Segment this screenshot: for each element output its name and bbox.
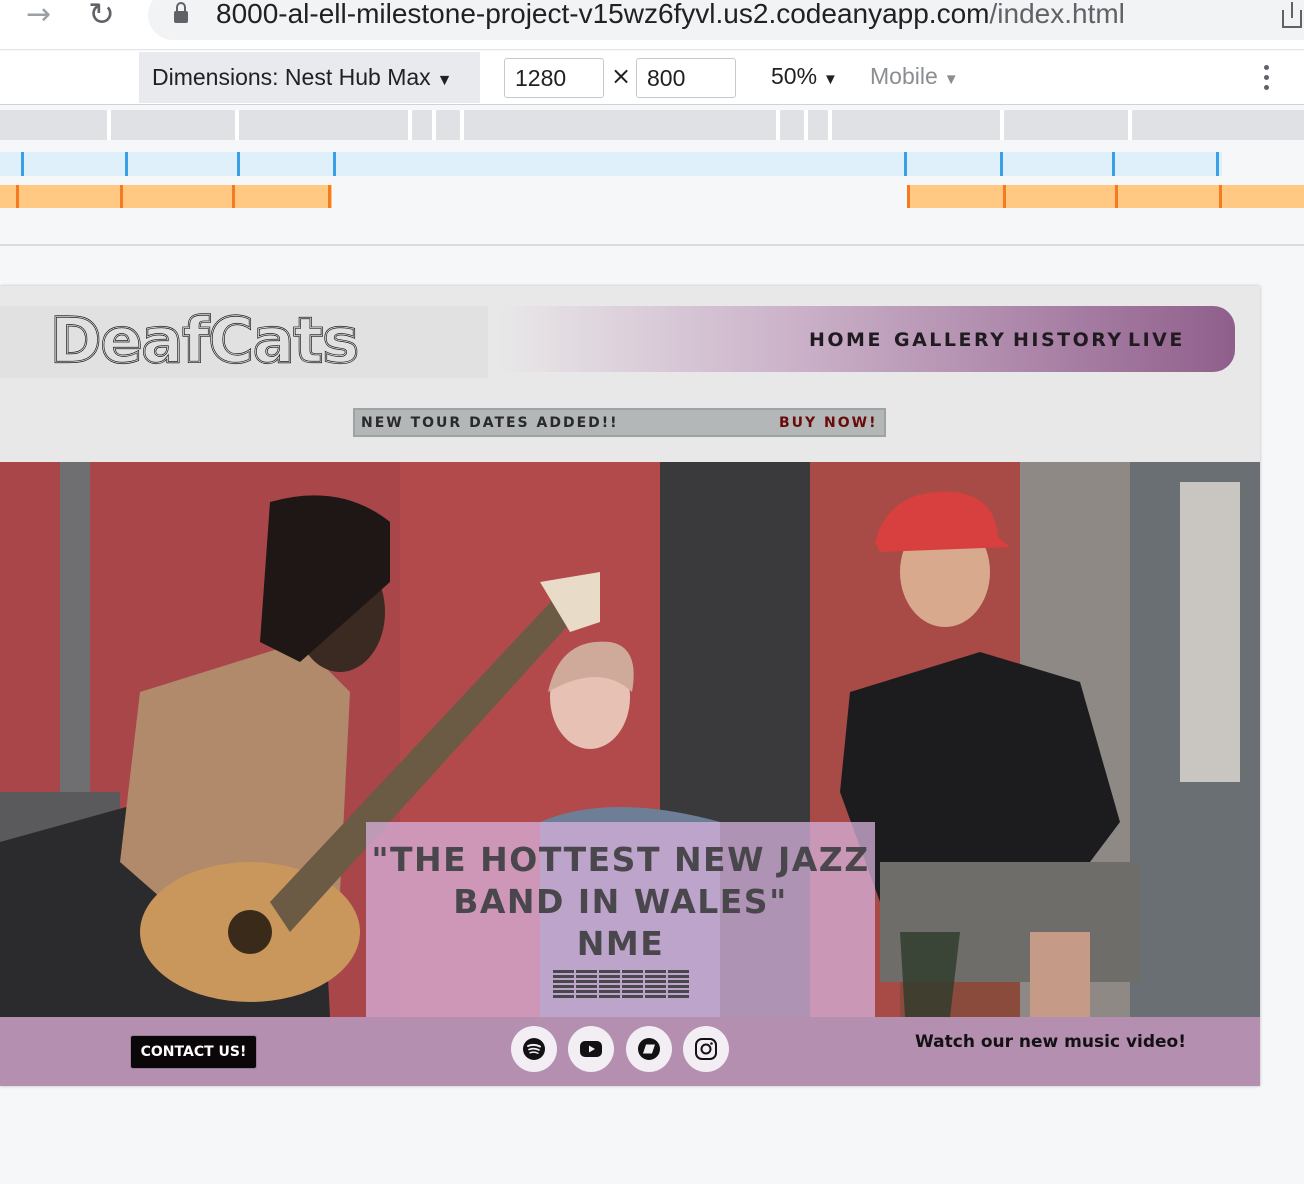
media-query-tick xyxy=(328,185,331,208)
media-query-segment[interactable] xyxy=(808,110,828,140)
star-icon xyxy=(552,970,574,998)
media-query-segment[interactable] xyxy=(1132,110,1304,140)
media-query-bar-min-width[interactable] xyxy=(0,185,332,208)
youtube-icon xyxy=(580,1041,602,1057)
star-icon xyxy=(621,970,643,998)
width-input[interactable]: 1280 xyxy=(504,58,604,98)
media-query-bar-min-width[interactable] xyxy=(907,185,1304,208)
media-query-segment[interactable] xyxy=(436,110,460,140)
media-query-tick xyxy=(1112,152,1115,176)
device-label: Dimensions: Nest Hub Max xyxy=(152,64,431,90)
media-query-tick xyxy=(120,185,123,208)
media-query-tick xyxy=(1115,185,1118,208)
media-query-tick xyxy=(904,152,907,176)
throttle-label: Mobile xyxy=(870,63,938,89)
media-query-tick xyxy=(333,152,336,176)
quote-source: NME xyxy=(576,924,665,963)
share-icon[interactable] xyxy=(1280,2,1304,28)
star-icon xyxy=(644,970,666,998)
nav-history[interactable]: HISTORY xyxy=(1013,329,1124,351)
nav-live[interactable]: LIVE xyxy=(1128,329,1185,351)
instagram-icon xyxy=(695,1038,717,1060)
media-query-tick xyxy=(237,152,240,176)
media-query-segment[interactable] xyxy=(1004,110,1128,140)
zoom-label: 50% xyxy=(771,63,818,89)
media-query-tick xyxy=(907,185,910,208)
press-quote: "THE HOTTEST NEW JAZZ BAND IN WALES" NME xyxy=(366,822,875,1017)
star-icon xyxy=(667,970,689,998)
site-logo[interactable]: DeafCats DeafCats xyxy=(48,308,438,374)
star-rating xyxy=(366,970,875,1002)
media-query-tick xyxy=(16,185,19,208)
media-query-segment[interactable] xyxy=(412,110,432,140)
star-icon xyxy=(598,970,620,998)
tour-text: NEW TOUR DATES ADDED!! xyxy=(361,415,619,431)
height-input[interactable]: 800 xyxy=(636,58,736,98)
media-query-tick xyxy=(125,152,128,176)
lock-icon[interactable] xyxy=(174,2,188,24)
media-query-bar-grey xyxy=(0,110,1304,140)
media-query-segment[interactable] xyxy=(0,110,107,140)
music-video-link[interactable]: Watch our new music video! xyxy=(915,1032,1186,1052)
url-path: /index.html xyxy=(989,0,1125,29)
device-toolbar: Dimensions: Nest Hub Max ▼ 1280 × 800 50%… xyxy=(0,51,1304,105)
tour-banner[interactable]: NEW TOUR DATES ADDED!! BUY NOW! xyxy=(353,408,886,437)
media-query-bar-max-width[interactable] xyxy=(0,152,1222,176)
spotify-link[interactable] xyxy=(511,1026,557,1072)
url-host: 8000-al-ell-milestone-project-v15wz6fyvl… xyxy=(216,0,990,29)
quote-line-1: "THE HOTTEST NEW JAZZ xyxy=(371,840,870,879)
times-separator: × xyxy=(611,62,632,90)
media-query-segment[interactable] xyxy=(780,110,804,140)
divider xyxy=(0,244,1304,246)
dropdown-arrow-icon: ▼ xyxy=(436,72,453,89)
url-text[interactable]: 8000-al-ell-milestone-project-v15wz6fyvl… xyxy=(216,0,1125,30)
throttle-select[interactable]: Mobile ▼ xyxy=(870,63,959,90)
reload-icon[interactable]: ↻ xyxy=(88,0,115,30)
media-query-tick xyxy=(232,185,235,208)
media-query-tick xyxy=(21,152,24,176)
main-nav: HOME GALLERY HISTORY LIVE xyxy=(498,306,1235,372)
instagram-link[interactable] xyxy=(683,1026,729,1072)
media-query-segment[interactable] xyxy=(239,110,408,140)
nav-gallery[interactable]: GALLERY xyxy=(894,329,1006,351)
emulated-page: DeafCats DeafCats HOME GALLERY HISTORY L… xyxy=(0,286,1260,1086)
contact-button[interactable]: CONTACT US! xyxy=(130,1035,257,1069)
bandcamp-link[interactable] xyxy=(626,1026,672,1072)
media-query-segment[interactable] xyxy=(832,110,1000,140)
forward-icon[interactable]: → xyxy=(26,0,51,30)
media-query-tick xyxy=(1003,185,1006,208)
dropdown-arrow-icon: ▼ xyxy=(823,71,838,88)
nav-home[interactable]: HOME xyxy=(809,329,883,351)
youtube-link[interactable] xyxy=(568,1026,614,1072)
logo-text-inner: DeafCats xyxy=(50,308,358,374)
media-query-tick xyxy=(1000,152,1003,176)
bandcamp-icon xyxy=(638,1038,660,1060)
media-query-tick xyxy=(1216,152,1219,176)
site-footer: CONTACT US! Watch our new music video! xyxy=(0,1017,1260,1086)
media-query-segment[interactable] xyxy=(111,110,235,140)
zoom-select[interactable]: 50% ▼ xyxy=(771,63,838,90)
spotify-icon xyxy=(523,1038,545,1060)
dropdown-arrow-icon: ▼ xyxy=(943,71,959,88)
more-options-icon[interactable] xyxy=(1264,65,1274,93)
media-query-segment[interactable] xyxy=(464,110,776,140)
star-icon xyxy=(575,970,597,998)
device-select[interactable]: Dimensions: Nest Hub Max ▼ xyxy=(139,52,480,103)
buy-now-link[interactable]: BUY NOW! xyxy=(779,415,878,431)
address-bar: → ↻ 8000-al-ell-milestone-project-v15wz6… xyxy=(0,0,1304,50)
media-query-tick xyxy=(1219,185,1222,208)
quote-line-2: BAND IN WALES" xyxy=(453,882,788,921)
